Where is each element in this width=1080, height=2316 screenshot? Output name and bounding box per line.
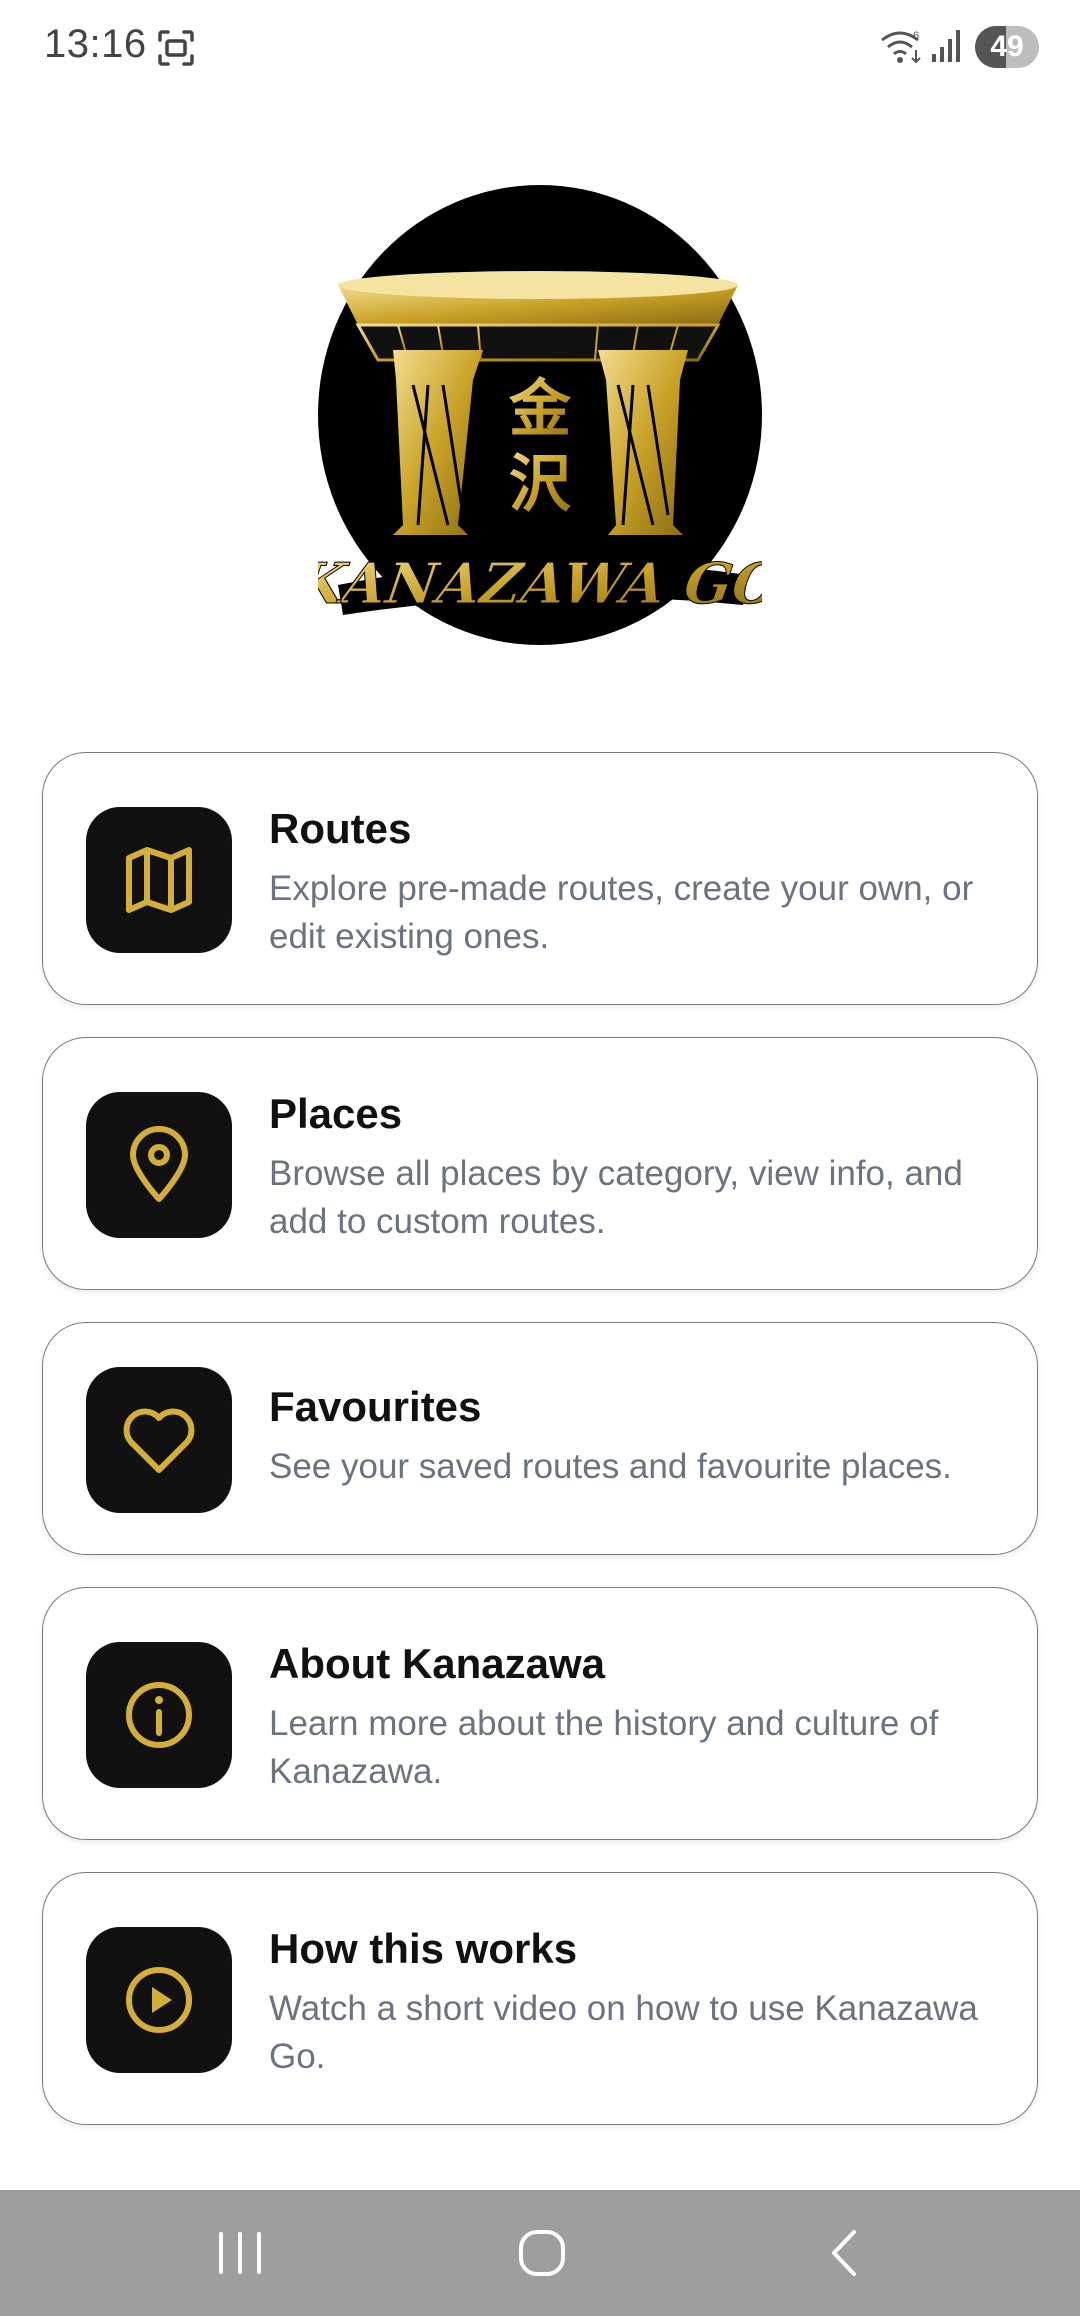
menu-card-title: Routes <box>269 805 412 852</box>
kanazawa-go-logo: 金 沢 KANAZAWA GO <box>318 185 762 645</box>
recents-button[interactable] <box>205 2220 275 2286</box>
menu-card-title: Favourites <box>269 1383 482 1430</box>
menu-card-description: See your saved routes and favourite plac… <box>269 1447 952 1486</box>
heart-icon <box>123 1408 195 1473</box>
svg-text:KANAZAWA GO: KANAZAWA GO <box>318 551 762 617</box>
about-icon-box <box>86 1642 232 1788</box>
play-circle-icon <box>126 1967 192 2033</box>
status-bar: 13:16 6 49 <box>0 0 1080 96</box>
menu-card-about-kanazawa[interactable]: About Kanazawa Learn more about the hist… <box>42 1587 1038 1840</box>
favourites-icon-box <box>86 1367 232 1513</box>
menu-card-description: Explore pre-made routes, create your own… <box>269 869 974 956</box>
svg-text:6: 6 <box>913 30 919 42</box>
menu-card-favourites[interactable]: Favourites See your saved routes and fav… <box>42 1322 1038 1555</box>
screenshot-icon <box>158 30 194 66</box>
info-icon <box>126 1682 192 1748</box>
menu-card-places[interactable]: Places Browse all places by category, vi… <box>42 1037 1038 1290</box>
menu-card-description: Learn more about the history and culture… <box>269 1704 939 1791</box>
status-time: 13:16 <box>44 22 147 66</box>
menu-card-how-this-works[interactable]: How this works Watch a short video on ho… <box>42 1872 1038 2125</box>
system-navigation-bar <box>0 2190 1080 2316</box>
menu-card-title: Places <box>269 1090 403 1137</box>
places-icon-box <box>86 1092 232 1238</box>
menu-card-description: Watch a short video on how to use Kanaza… <box>269 1989 978 2076</box>
wifi-icon: 6 <box>881 30 921 64</box>
menu-card-title: How this works <box>269 1925 578 1972</box>
routes-icon-box <box>86 807 232 953</box>
battery-icon: 49 <box>975 26 1039 68</box>
signal-icon <box>932 30 960 62</box>
how-this-works-icon-box <box>86 1927 232 2073</box>
location-pin-icon <box>130 1126 188 1202</box>
back-button[interactable] <box>810 2220 880 2286</box>
svg-text:金: 金 <box>508 372 572 445</box>
battery-level: 49 <box>990 30 1024 63</box>
menu-card-title: About Kanazawa <box>269 1640 606 1687</box>
home-button[interactable] <box>507 2220 577 2286</box>
svg-text:沢: 沢 <box>509 447 572 520</box>
menu-card-description: Browse all places by category, view info… <box>269 1154 963 1241</box>
map-icon <box>126 847 192 913</box>
menu-card-routes[interactable]: Routes Explore pre-made routes, create y… <box>42 752 1038 1005</box>
